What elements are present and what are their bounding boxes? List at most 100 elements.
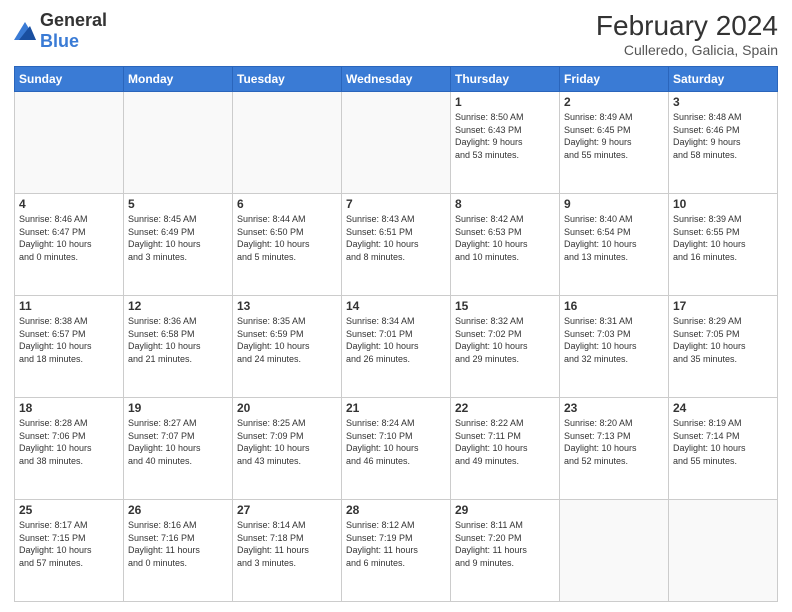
calendar-cell-2-3: 14 Sunrise: 8:34 AM Sunset: 7:01 PM Dayli… bbox=[342, 296, 451, 398]
day-number-21: 21 bbox=[346, 401, 446, 415]
calendar-cell-0-0 bbox=[15, 92, 124, 194]
calendar-cell-2-4: 15 Sunrise: 8:32 AM Sunset: 7:02 PM Dayli… bbox=[451, 296, 560, 398]
week-row-3: 18 Sunrise: 8:28 AM Sunset: 7:06 PM Dayli… bbox=[15, 398, 778, 500]
day-number-20: 20 bbox=[237, 401, 337, 415]
day-number-11: 11 bbox=[19, 299, 119, 313]
day-number-15: 15 bbox=[455, 299, 555, 313]
calendar-cell-3-4: 22 Sunrise: 8:22 AM Sunset: 7:11 PM Dayli… bbox=[451, 398, 560, 500]
day-number-24: 24 bbox=[673, 401, 773, 415]
day-info-4: Sunrise: 8:46 AM Sunset: 6:47 PM Dayligh… bbox=[19, 213, 119, 263]
logo-icon bbox=[14, 22, 36, 40]
header-friday: Friday bbox=[560, 67, 669, 92]
calendar-cell-1-3: 7 Sunrise: 8:43 AM Sunset: 6:51 PM Daylig… bbox=[342, 194, 451, 296]
day-number-4: 4 bbox=[19, 197, 119, 211]
logo-blue: Blue bbox=[40, 31, 79, 51]
day-info-10: Sunrise: 8:39 AM Sunset: 6:55 PM Dayligh… bbox=[673, 213, 773, 263]
calendar-cell-4-5 bbox=[560, 500, 669, 602]
day-info-18: Sunrise: 8:28 AM Sunset: 7:06 PM Dayligh… bbox=[19, 417, 119, 467]
week-row-1: 4 Sunrise: 8:46 AM Sunset: 6:47 PM Daylig… bbox=[15, 194, 778, 296]
day-number-19: 19 bbox=[128, 401, 228, 415]
calendar-cell-1-2: 6 Sunrise: 8:44 AM Sunset: 6:50 PM Daylig… bbox=[233, 194, 342, 296]
day-number-23: 23 bbox=[564, 401, 664, 415]
calendar-cell-4-2: 27 Sunrise: 8:14 AM Sunset: 7:18 PM Dayli… bbox=[233, 500, 342, 602]
calendar-cell-3-6: 24Sunrise: 8:19 AM Sunset: 7:14 PM Dayli… bbox=[669, 398, 778, 500]
day-info-3: Sunrise: 8:48 AM Sunset: 6:46 PM Dayligh… bbox=[673, 111, 773, 161]
weekday-header-row: Sunday Monday Tuesday Wednesday Thursday… bbox=[15, 67, 778, 92]
day-number-6: 6 bbox=[237, 197, 337, 211]
header-tuesday: Tuesday bbox=[233, 67, 342, 92]
day-number-2: 2 bbox=[564, 95, 664, 109]
day-number-12: 12 bbox=[128, 299, 228, 313]
logo: General Blue bbox=[14, 10, 107, 52]
day-info-7: Sunrise: 8:43 AM Sunset: 6:51 PM Dayligh… bbox=[346, 213, 446, 263]
day-info-21: Sunrise: 8:24 AM Sunset: 7:10 PM Dayligh… bbox=[346, 417, 446, 467]
calendar-cell-4-3: 28Sunrise: 8:12 AM Sunset: 7:19 PM Dayli… bbox=[342, 500, 451, 602]
calendar-cell-1-1: 5Sunrise: 8:45 AM Sunset: 6:49 PM Daylig… bbox=[124, 194, 233, 296]
day-number-10: 10 bbox=[673, 197, 773, 211]
day-number-14: 14 bbox=[346, 299, 446, 313]
calendar-cell-4-0: 25 Sunrise: 8:17 AM Sunset: 7:15 PM Dayli… bbox=[15, 500, 124, 602]
header-saturday: Saturday bbox=[669, 67, 778, 92]
day-info-20: Sunrise: 8:25 AM Sunset: 7:09 PM Dayligh… bbox=[237, 417, 337, 467]
day-number-27: 27 bbox=[237, 503, 337, 517]
week-row-0: 1Sunrise: 8:50 AM Sunset: 6:43 PM Daylig… bbox=[15, 92, 778, 194]
day-number-17: 17 bbox=[673, 299, 773, 313]
day-info-11: Sunrise: 8:38 AM Sunset: 6:57 PM Dayligh… bbox=[19, 315, 119, 365]
calendar-cell-3-1: 19 Sunrise: 8:27 AM Sunset: 7:07 PM Dayli… bbox=[124, 398, 233, 500]
calendar-cell-2-0: 11 Sunrise: 8:38 AM Sunset: 6:57 PM Dayli… bbox=[15, 296, 124, 398]
week-row-2: 11 Sunrise: 8:38 AM Sunset: 6:57 PM Dayli… bbox=[15, 296, 778, 398]
calendar-cell-3-5: 23 Sunrise: 8:20 AM Sunset: 7:13 PM Dayli… bbox=[560, 398, 669, 500]
calendar-location: Culleredo, Galicia, Spain bbox=[596, 42, 778, 58]
calendar-cell-1-0: 4 Sunrise: 8:46 AM Sunset: 6:47 PM Daylig… bbox=[15, 194, 124, 296]
day-number-9: 9 bbox=[564, 197, 664, 211]
day-number-25: 25 bbox=[19, 503, 119, 517]
calendar-cell-3-3: 21 Sunrise: 8:24 AM Sunset: 7:10 PM Dayli… bbox=[342, 398, 451, 500]
day-number-16: 16 bbox=[564, 299, 664, 313]
header-thursday: Thursday bbox=[451, 67, 560, 92]
day-number-22: 22 bbox=[455, 401, 555, 415]
day-info-26: Sunrise: 8:16 AM Sunset: 7:16 PM Dayligh… bbox=[128, 519, 228, 569]
logo-text: General Blue bbox=[40, 10, 107, 52]
calendar-cell-3-0: 18 Sunrise: 8:28 AM Sunset: 7:06 PM Dayli… bbox=[15, 398, 124, 500]
calendar-cell-4-4: 29 Sunrise: 8:11 AM Sunset: 7:20 PM Dayli… bbox=[451, 500, 560, 602]
day-info-14: Sunrise: 8:34 AM Sunset: 7:01 PM Dayligh… bbox=[346, 315, 446, 365]
calendar-cell-0-1 bbox=[124, 92, 233, 194]
day-info-15: Sunrise: 8:32 AM Sunset: 7:02 PM Dayligh… bbox=[455, 315, 555, 365]
calendar-title: February 2024 bbox=[596, 10, 778, 42]
calendar-cell-4-1: 26 Sunrise: 8:16 AM Sunset: 7:16 PM Dayli… bbox=[124, 500, 233, 602]
calendar-cell-3-2: 20 Sunrise: 8:25 AM Sunset: 7:09 PM Dayli… bbox=[233, 398, 342, 500]
day-info-12: Sunrise: 8:36 AM Sunset: 6:58 PM Dayligh… bbox=[128, 315, 228, 365]
day-number-26: 26 bbox=[128, 503, 228, 517]
page: General Blue February 2024 Culleredo, Ga… bbox=[0, 0, 792, 612]
day-info-19: Sunrise: 8:27 AM Sunset: 7:07 PM Dayligh… bbox=[128, 417, 228, 467]
day-info-22: Sunrise: 8:22 AM Sunset: 7:11 PM Dayligh… bbox=[455, 417, 555, 467]
calendar-cell-2-5: 16 Sunrise: 8:31 AM Sunset: 7:03 PM Dayli… bbox=[560, 296, 669, 398]
header: General Blue February 2024 Culleredo, Ga… bbox=[14, 10, 778, 58]
calendar-cell-1-5: 9 Sunrise: 8:40 AM Sunset: 6:54 PM Daylig… bbox=[560, 194, 669, 296]
day-number-8: 8 bbox=[455, 197, 555, 211]
logo-general: General bbox=[40, 10, 107, 30]
calendar-cell-0-4: 1Sunrise: 8:50 AM Sunset: 6:43 PM Daylig… bbox=[451, 92, 560, 194]
day-number-13: 13 bbox=[237, 299, 337, 313]
calendar-cell-0-5: 2 Sunrise: 8:49 AM Sunset: 6:45 PM Daylig… bbox=[560, 92, 669, 194]
calendar-cell-4-6 bbox=[669, 500, 778, 602]
day-info-8: Sunrise: 8:42 AM Sunset: 6:53 PM Dayligh… bbox=[455, 213, 555, 263]
day-number-18: 18 bbox=[19, 401, 119, 415]
calendar-cell-0-2 bbox=[233, 92, 342, 194]
day-info-27: Sunrise: 8:14 AM Sunset: 7:18 PM Dayligh… bbox=[237, 519, 337, 569]
day-info-25: Sunrise: 8:17 AM Sunset: 7:15 PM Dayligh… bbox=[19, 519, 119, 569]
day-number-7: 7 bbox=[346, 197, 446, 211]
calendar-cell-2-1: 12 Sunrise: 8:36 AM Sunset: 6:58 PM Dayli… bbox=[124, 296, 233, 398]
day-info-6: Sunrise: 8:44 AM Sunset: 6:50 PM Dayligh… bbox=[237, 213, 337, 263]
day-info-9: Sunrise: 8:40 AM Sunset: 6:54 PM Dayligh… bbox=[564, 213, 664, 263]
day-info-2: Sunrise: 8:49 AM Sunset: 6:45 PM Dayligh… bbox=[564, 111, 664, 161]
day-info-29: Sunrise: 8:11 AM Sunset: 7:20 PM Dayligh… bbox=[455, 519, 555, 569]
day-info-28: Sunrise: 8:12 AM Sunset: 7:19 PM Dayligh… bbox=[346, 519, 446, 569]
title-block: February 2024 Culleredo, Galicia, Spain bbox=[596, 10, 778, 58]
day-info-17: Sunrise: 8:29 AM Sunset: 7:05 PM Dayligh… bbox=[673, 315, 773, 365]
calendar-cell-1-6: 10 Sunrise: 8:39 AM Sunset: 6:55 PM Dayli… bbox=[669, 194, 778, 296]
day-info-23: Sunrise: 8:20 AM Sunset: 7:13 PM Dayligh… bbox=[564, 417, 664, 467]
day-number-5: 5 bbox=[128, 197, 228, 211]
day-number-29: 29 bbox=[455, 503, 555, 517]
day-info-16: Sunrise: 8:31 AM Sunset: 7:03 PM Dayligh… bbox=[564, 315, 664, 365]
